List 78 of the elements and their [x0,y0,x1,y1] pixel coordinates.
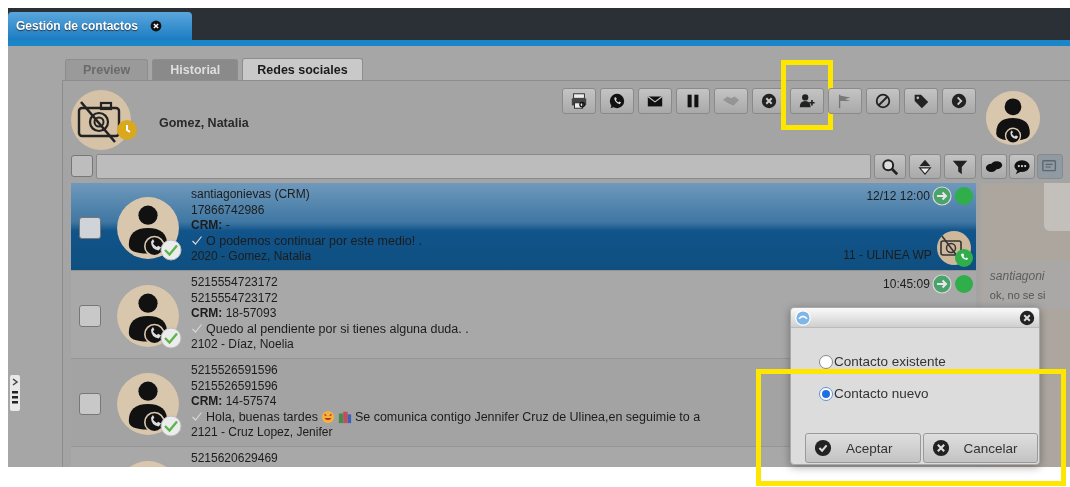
message-text: ok, no se si [989,289,1047,301]
message-time: 10:45:09 [883,277,930,291]
sort-icon [915,157,934,176]
phone-number: 17866742986 [191,202,265,218]
close-icon [1019,309,1035,326]
message-preview: O podemos continuar por este medio! . [206,233,423,249]
clock-badge-icon [117,120,137,140]
row-checkbox[interactable] [79,217,101,239]
close-icon [759,92,778,110]
chat-button[interactable] [1008,154,1035,179]
agent-name: 2121 - Cruz Lopez, Jenifer [191,425,333,441]
search-field[interactable] [96,154,871,179]
search-icon [880,157,899,176]
delivered-check-icon [160,327,182,349]
conversation-row[interactable]: santiagonievas (CRM) 17866742986 CRM: - O podemos continuar por este medio! . 2020 - Gomez, Natalia 12/12 12:00 11 - ULINEA WP [71,183,976,271]
read-check-icon [191,323,203,336]
contact-avatar [116,372,180,436]
side-handle-icon [10,375,20,411]
channel-name: 11 - ULINEA WP [843,248,932,262]
radio-button[interactable] [819,386,833,401]
crm-reference: CRM: 18-57093 [191,306,277,322]
add-user-button[interactable] [789,88,824,114]
read-check-icon [191,235,203,248]
sort-button[interactable] [908,154,941,179]
select-all-checkbox[interactable] [71,155,93,177]
add-user-icon [797,92,816,110]
cancel-button[interactable]: Cancelar [922,433,1038,463]
contact-handle: 5215620629469 [191,451,278,467]
agent-name: 2020 - Gomez, Natalia [191,249,312,265]
crm-reference: CRM: - [191,218,230,234]
read-check-icon [191,411,203,424]
sender-name: santiagoni [989,269,1046,283]
conversations-button[interactable] [980,154,1007,179]
radio-button[interactable] [819,354,833,369]
delivered-check-icon [160,415,182,437]
delivered-check-icon [160,239,182,261]
phone-number: 5215526591596 [191,378,278,394]
books-icon [337,410,352,425]
contact-avatar [116,196,180,260]
message-preview: Se comunica contigo Jennifer Cruz de Ulinea,en seguimie to a [354,409,701,425]
print-preview-button[interactable] [561,88,596,114]
whatsapp-icon [607,92,626,110]
next-icon [949,92,968,110]
mail-button[interactable] [637,88,672,114]
filter-button[interactable] [943,154,976,179]
agent-name: 2102 - Díaz, Noelia [191,337,294,353]
option-label: Contacto nuevo [834,386,929,401]
close-icon [150,20,163,32]
contact-handle: 5215554723172 [191,275,278,291]
message-preview: Hola, buenas tardes [206,409,318,425]
row-checkbox[interactable] [79,305,101,327]
accept-button[interactable]: Aceptar [805,433,921,463]
search-button[interactable] [873,154,906,179]
contact-name: Gomez, Natalia [159,116,249,132]
close-button[interactable] [1019,309,1035,326]
pause-button[interactable] [675,88,710,114]
contact-avatar [984,90,1041,146]
check-icon [814,439,832,457]
contact-handle: 5215526591596 [191,363,278,379]
whatsapp-button[interactable] [599,88,634,114]
message-preview: Quedo al pendiente por si tienes alguna duda. . [206,321,469,337]
no-photo-avatar [71,90,131,150]
block-icon [873,92,892,110]
block-button[interactable] [865,88,900,114]
message-time: 12/12 12:00 [866,189,930,203]
cancel-icon [931,439,950,457]
print-preview-icon [569,92,588,110]
tag-button[interactable] [903,88,938,114]
contact-avatar [116,284,180,348]
emoji-icon [320,410,335,425]
row-checkbox[interactable] [79,393,101,415]
tab[interactable]: Redes sociales [242,58,363,80]
phone-number: 5215554723172 [191,290,278,306]
dialog-app-icon [795,309,811,326]
crm-reference: CRM: 14-57574 [191,394,277,410]
next-button[interactable] [941,88,976,114]
chat-icon [1012,157,1031,176]
contact-handle: santiagonievas (CRM) [191,187,310,203]
